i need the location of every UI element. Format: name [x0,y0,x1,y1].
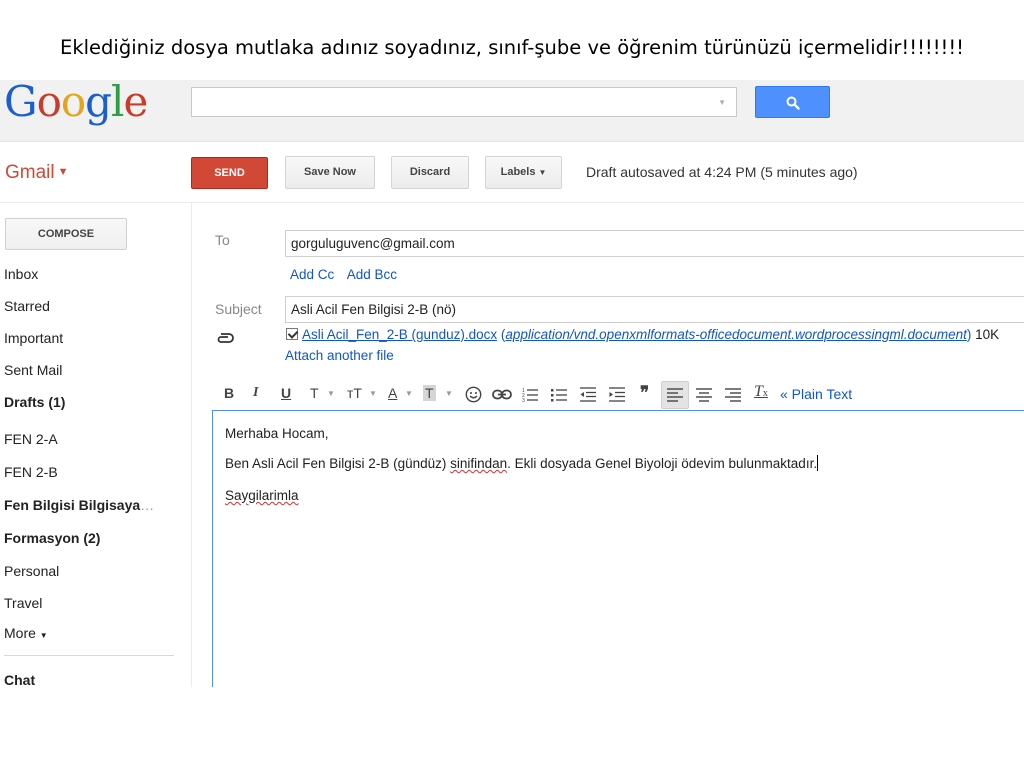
sidebar-item-more[interactable]: More ▼ [4,621,184,653]
sidebar-nav: Inbox Starred Important Sent Mail Drafts… [4,262,184,653]
sidebar-item-travel[interactable]: Travel [4,591,184,621]
chevron-down-icon: ▼ [327,389,335,398]
plain-text-link[interactable]: « Plain Text [780,386,852,402]
labels-button[interactable]: Labels ▼ [485,156,562,189]
send-button[interactable]: SEND [191,157,268,189]
attachment-checkbox[interactable] [286,328,298,340]
search-button[interactable] [755,86,830,118]
search-icon [786,96,800,110]
sidebar-item-starred[interactable]: Starred [4,294,184,326]
subject-field[interactable]: Asli Acil Fen Bilgisi 2-B (nö) [285,296,1024,323]
autosave-status: Draft autosaved at 4:24 PM (5 minutes ag… [586,164,858,180]
underline-button[interactable]: U [281,385,291,401]
sidebar-item-inbox[interactable]: Inbox [4,262,184,294]
attachment-mime: application/vnd.openxmlformats-officedoc… [505,327,967,342]
search-box[interactable]: ▼ [191,87,737,117]
compose-button[interactable]: COMPOSE [5,218,127,250]
quote-icon[interactable]: ❞ [640,383,649,403]
indent-more-icon[interactable] [609,387,625,402]
slide-caption: Eklediğiniz dosya mutlaka adınız soyadın… [60,36,964,59]
chevron-down-icon: ▼ [445,389,453,398]
sidebar-item-sent-mail[interactable]: Sent Mail [4,358,184,390]
chevron-down-icon: ▼ [369,389,377,398]
top-bar: Google ▼ [0,80,1024,142]
chevron-down-icon: ▼ [405,389,413,398]
align-left-icon[interactable] [667,388,683,402]
sidebar-item-fen-bilgisi[interactable]: Fen Bilgisi Bilgisaya… [4,493,184,526]
gmail-screenshot: Google ▼ Gmail ▼ SEND Save Now Discard La… [0,80,1024,687]
svg-text:3: 3 [522,398,525,402]
discard-button[interactable]: Discard [391,156,469,189]
bulleted-list-icon[interactable] [551,387,567,402]
attachment-size: 10K [975,327,1000,342]
sidebar-separator [4,655,174,656]
add-cc-link[interactable]: Add Cc [290,267,334,282]
body-greeting: Merhaba Hocam, [225,426,329,441]
save-now-button[interactable]: Save Now [285,156,375,189]
sidebar-item-personal[interactable]: Personal [4,559,184,591]
search-input[interactable] [192,88,712,116]
sidebar-item-important[interactable]: Important [4,326,184,358]
message-body[interactable]: Merhaba Hocam, Ben Asli Acil Fen Bilgisi… [212,410,1024,687]
font-button[interactable]: T [310,385,319,401]
sidebar-item-drafts[interactable]: Drafts (1) [4,390,184,427]
attachment-name[interactable]: Asli Acil_Fen_2-B (gunduz).docx [302,327,497,342]
gmail-menu[interactable]: Gmail ▼ [5,162,69,184]
bg-color-button[interactable]: T [423,385,436,401]
add-bcc-link[interactable]: Add Bcc [347,267,397,282]
chevron-down-icon: ▼ [538,168,547,177]
attach-another-link[interactable]: Attach another file [285,348,394,363]
align-right-icon[interactable] [725,388,741,402]
subject-label: Subject [215,301,262,317]
remove-formatting-icon[interactable]: Tx [754,383,768,401]
emoji-icon[interactable] [465,386,482,403]
align-center-icon[interactable] [696,388,712,402]
sidebar-divider [191,202,192,687]
google-logo[interactable]: Google [4,80,148,126]
to-label: To [215,232,230,248]
text-cursor [817,455,819,471]
chat-heading: Chat [4,672,36,687]
sidebar-item-fen-2a[interactable]: FEN 2-A [4,427,184,460]
attachment-row: Asli Acil_Fen_2-B (gunduz).docx (applica… [286,327,999,342]
paperclip-icon [217,333,234,343]
to-field[interactable]: gorguluguvenc@gmail.com [285,230,1024,257]
search-dropdown-icon[interactable]: ▼ [718,98,726,107]
indent-less-icon[interactable] [580,387,596,402]
chevron-down-icon: ▼ [39,631,48,640]
sidebar-item-fen-2b[interactable]: FEN 2-B [4,460,184,493]
link-icon[interactable] [492,389,512,400]
body-line-1: Ben Asli Acil Fen Bilgisi 2-B (gündüz) s… [225,455,819,471]
sidebar-item-formasyon[interactable]: Formasyon (2) [4,526,184,559]
format-toolbar: B I U T ▼ тT ▼ A ▼ T ▼ 1 2 3 ❞ Tx « Plai… [212,381,1024,409]
text-color-button[interactable]: A [388,385,397,401]
font-size-button[interactable]: тT [347,385,362,401]
numbered-list-icon[interactable]: 1 2 3 [522,387,538,402]
italic-button[interactable]: I [253,385,258,401]
header-divider [0,202,1024,203]
bold-button[interactable]: B [224,385,234,401]
body-closing: Saygilarimla [225,488,299,503]
chevron-down-icon: ▼ [57,166,69,178]
